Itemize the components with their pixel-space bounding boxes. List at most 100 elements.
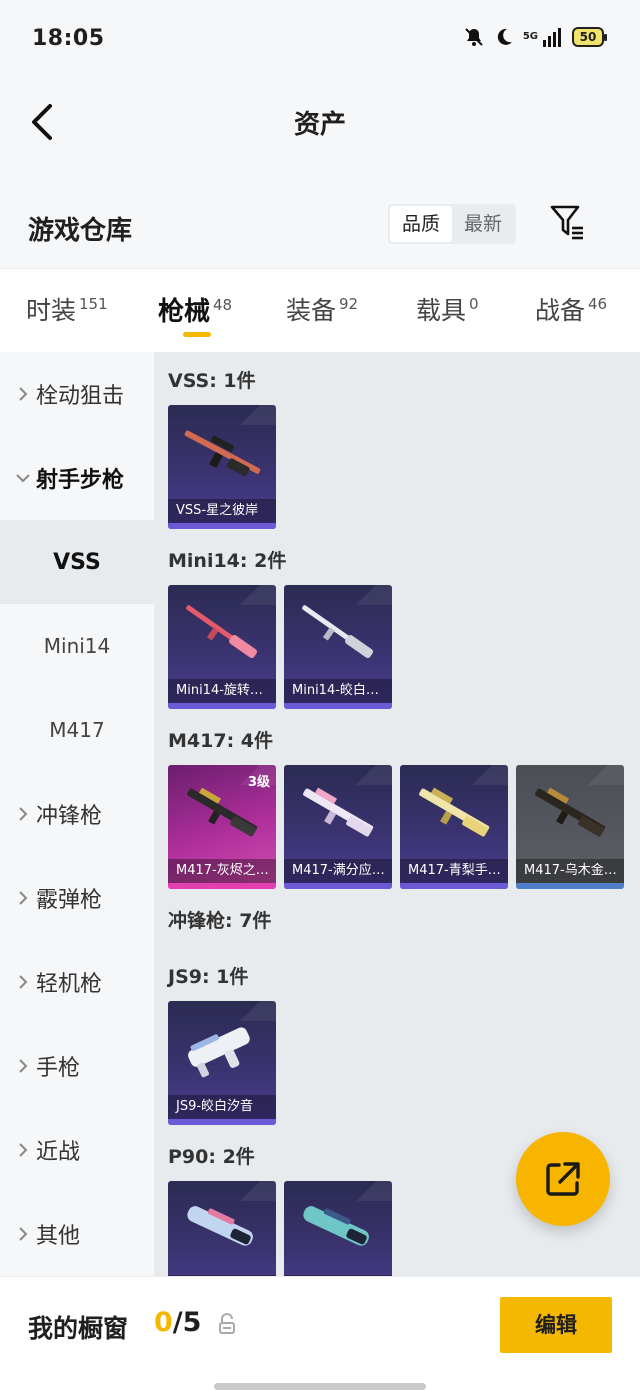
nav-bar: 资产 [0, 80, 640, 164]
rarity-bar [284, 703, 392, 709]
weapon-category-sidebar: 栓动狙击 射手步枪 VSS Mini14 M417 冲锋枪 霰弹枪 轻机枪 手枪… [0, 352, 154, 1276]
tab-count: 48 [213, 296, 233, 314]
skin-card[interactable]: M417-满分应… [284, 765, 392, 889]
tab-label: 战备 [535, 296, 586, 325]
sidebar-item-shotgun[interactable]: 霰弹枪 [0, 856, 154, 940]
rarity-bar [516, 883, 624, 889]
tab-label: 装备 [286, 296, 337, 325]
skin-label: VSS-星之彼岸 [168, 499, 276, 523]
sidebar-item-label: 轻机枪 [36, 972, 103, 997]
skin-label: M417-青梨手… [400, 859, 508, 883]
skin-card[interactable]: Mini14-皎白… [284, 585, 392, 709]
skin-label: M417-乌木金… [516, 859, 624, 883]
skin-card[interactable]: Mini14-旋转… [168, 585, 276, 709]
tab-fashion[interactable]: 时装 151 [26, 291, 108, 327]
skin-label: Mini14-皎白… [284, 679, 392, 703]
sort-newest-option[interactable]: 最新 [452, 206, 514, 242]
tab-label: 枪械 [158, 297, 211, 327]
smg-icon [188, 1027, 250, 1078]
sidebar-item-label: 其他 [36, 1224, 81, 1249]
rarity-bar [168, 1119, 276, 1125]
sidebar-item-other[interactable]: 其他 [0, 1192, 154, 1276]
tab-vehicles[interactable]: 载具 0 [416, 291, 479, 327]
edit-button[interactable]: 编辑 [500, 1297, 612, 1353]
tab-count: 0 [469, 295, 479, 313]
category-tabs: 时装 151 枪械 48 装备 92 载具 0 战备 46 [0, 268, 640, 354]
sidebar-subitem-m417[interactable]: M417 [0, 688, 154, 772]
chevron-right-icon [14, 385, 32, 403]
page-title: 资产 [293, 110, 346, 140]
rarity-bar [284, 883, 392, 889]
active-tab-indicator [183, 332, 211, 337]
sidebar-item-label: 手枪 [36, 1056, 81, 1081]
tab-guns[interactable]: 枪械 48 [158, 291, 232, 328]
skin-card[interactable]: 3级 M417-灰烬之… [168, 765, 276, 889]
battery-icon: 50 [572, 27, 607, 47]
rifle-icon [303, 787, 374, 837]
warehouse-header: 游戏仓库 品质 最新 [0, 196, 640, 260]
sidebar-item-label: 栓动狙击 [36, 384, 125, 409]
mute-bell-icon [465, 28, 483, 46]
sidebar-subitem-mini14[interactable]: Mini14 [0, 604, 154, 688]
sidebar-item-bolt-sniper[interactable]: 栓动狙击 [0, 352, 154, 436]
filter-icon [550, 205, 583, 240]
sidebar-item-lmg[interactable]: 轻机枪 [0, 940, 154, 1024]
tab-count: 92 [339, 295, 359, 313]
section-title: 游戏仓库 [28, 216, 133, 246]
skin-label: Mini14-旋转… [168, 679, 276, 703]
group-title-mini14: Mini14: 2件 [168, 550, 287, 572]
sidebar-subitem-vss[interactable]: VSS [0, 520, 154, 604]
rarity-bar [168, 883, 276, 889]
showcase-count: 0/5 [154, 1307, 201, 1338]
chevron-right-icon [14, 1141, 32, 1159]
sort-toggle: 品质 最新 [388, 204, 516, 244]
status-time: 18:05 [32, 26, 105, 51]
lock-icon [219, 1313, 235, 1334]
skin-label: JS9-皎白汐音 [168, 1095, 276, 1119]
skin-label: M417-灰烬之… [168, 859, 276, 883]
chevron-right-icon [14, 805, 32, 823]
skin-card[interactable]: M417-青梨手… [400, 765, 508, 889]
group-title-js9: JS9: 1件 [168, 966, 249, 988]
level-badge: 3级 [247, 775, 270, 790]
moon-icon [497, 28, 512, 45]
skin-card[interactable]: M417-乌木金… [516, 765, 624, 889]
network-type: 5G [522, 31, 538, 42]
sidebar-item-label: 近战 [36, 1140, 81, 1165]
rarity-bar [168, 523, 276, 529]
rarity-bar [168, 703, 276, 709]
filter-button[interactable] [548, 202, 588, 242]
skin-card[interactable] [284, 1181, 392, 1276]
sidebar-item-marksman-rifle[interactable]: 射手步枪 [0, 436, 154, 520]
sidebar-item-label: 冲锋枪 [36, 804, 103, 829]
rarity-bar [400, 883, 508, 889]
smg-icon [187, 1206, 253, 1246]
group-title-m417: M417: 4件 [168, 730, 274, 752]
tab-label: 时装 [26, 296, 77, 325]
home-indicator[interactable] [214, 1383, 426, 1390]
rifle-icon [535, 787, 606, 837]
group-title-vss: VSS: 1件 [168, 370, 256, 392]
sidebar-item-melee[interactable]: 近战 [0, 1108, 154, 1192]
external-link-icon [546, 1162, 580, 1196]
skin-card[interactable]: JS9-皎白汐音 [168, 1001, 276, 1125]
rifle-icon [302, 605, 374, 659]
skin-label: M417-满分应… [284, 859, 392, 883]
tab-supplies[interactable]: 战备 46 [535, 291, 607, 327]
smg-icon [303, 1206, 369, 1246]
skin-card[interactable]: VSS-星之彼岸 [168, 405, 276, 529]
skin-card[interactable] [168, 1181, 276, 1276]
sort-quality-option[interactable]: 品质 [390, 206, 452, 242]
sidebar-item-pistol[interactable]: 手枪 [0, 1024, 154, 1108]
tab-label: 载具 [416, 296, 467, 325]
tab-count: 151 [79, 295, 108, 313]
rifle-icon [419, 787, 490, 837]
sidebar-item-smg[interactable]: 冲锋枪 [0, 772, 154, 856]
rifle-icon [186, 605, 258, 659]
status-icons: 5G 50 [463, 26, 607, 48]
chevron-right-icon [14, 973, 32, 991]
status-bar: 18:05 5G 50 [0, 0, 640, 80]
share-button[interactable] [516, 1132, 610, 1226]
tab-equipment[interactable]: 装备 92 [286, 291, 358, 327]
signal-icon [543, 28, 561, 47]
